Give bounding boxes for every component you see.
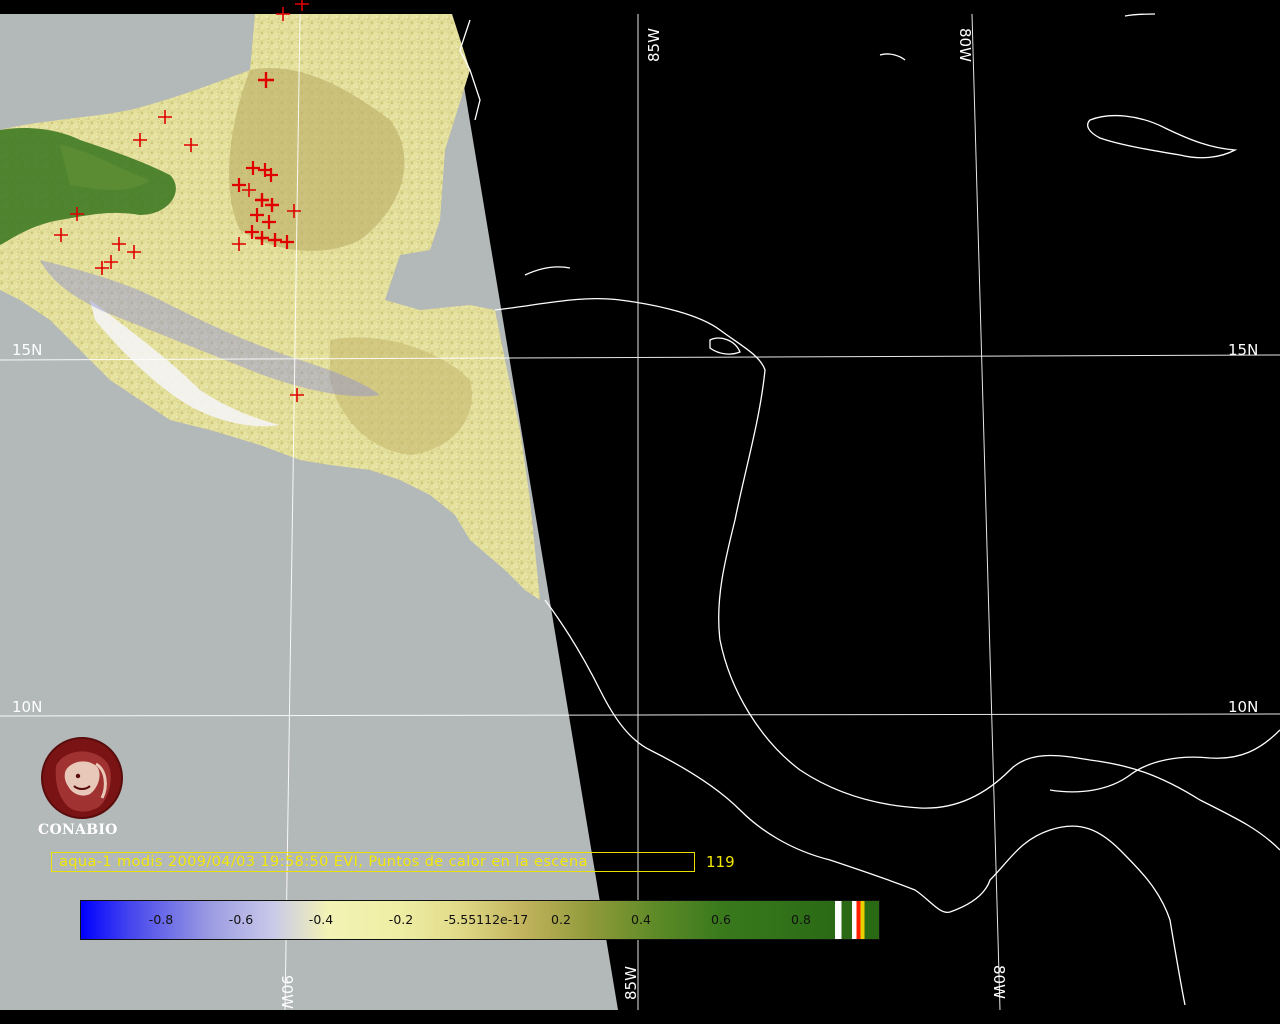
colorbar-tick: -0.8	[148, 912, 174, 927]
lat-label-10n: 10N	[12, 698, 42, 716]
lat-label-10n-right: 10N	[1228, 698, 1258, 716]
colorbar-tick: -0.2	[388, 912, 414, 927]
lon-label-85w-top: 85W	[645, 28, 663, 62]
colorbar-tick: -5.55112e-17	[443, 912, 529, 927]
evi-colorbar: -0.8 -0.6 -0.4 -0.2 -5.55112e-17 0.2 0.4…	[80, 900, 880, 940]
red-cross-icon	[295, 0, 309, 11]
colorbar-tick: 0.2	[551, 912, 571, 927]
lon-label-80w-top: 80W	[956, 28, 974, 62]
lon-label-80w-bottom: 80W	[990, 965, 1008, 999]
hotspot-count: 119	[706, 853, 735, 871]
colorbar-tick: 0.8	[791, 912, 811, 927]
colorbar-tick: -0.4	[308, 912, 334, 927]
colorbar-tick: 0.4	[631, 912, 651, 927]
colorbar-tick: 0.6	[711, 912, 731, 927]
conabio-logo-icon	[41, 737, 123, 819]
scene-caption: aqua-1 modis 2009/04/03 19:58:50 EVI, Pu…	[51, 852, 695, 872]
lat-label-15n-right: 15N	[1228, 341, 1258, 359]
lon-label-85w-bottom: 85W	[622, 966, 640, 1000]
organization-name: CONABIO	[38, 822, 118, 838]
map-canvas: 15N 15N 10N 10N 85W 80W 90W 85W 80W CONA…	[0, 0, 1280, 1024]
lon-label-90w-bottom: 90W	[278, 975, 296, 1009]
colorbar-tick: -0.6	[228, 912, 254, 927]
lat-label-15n: 15N	[12, 341, 42, 359]
